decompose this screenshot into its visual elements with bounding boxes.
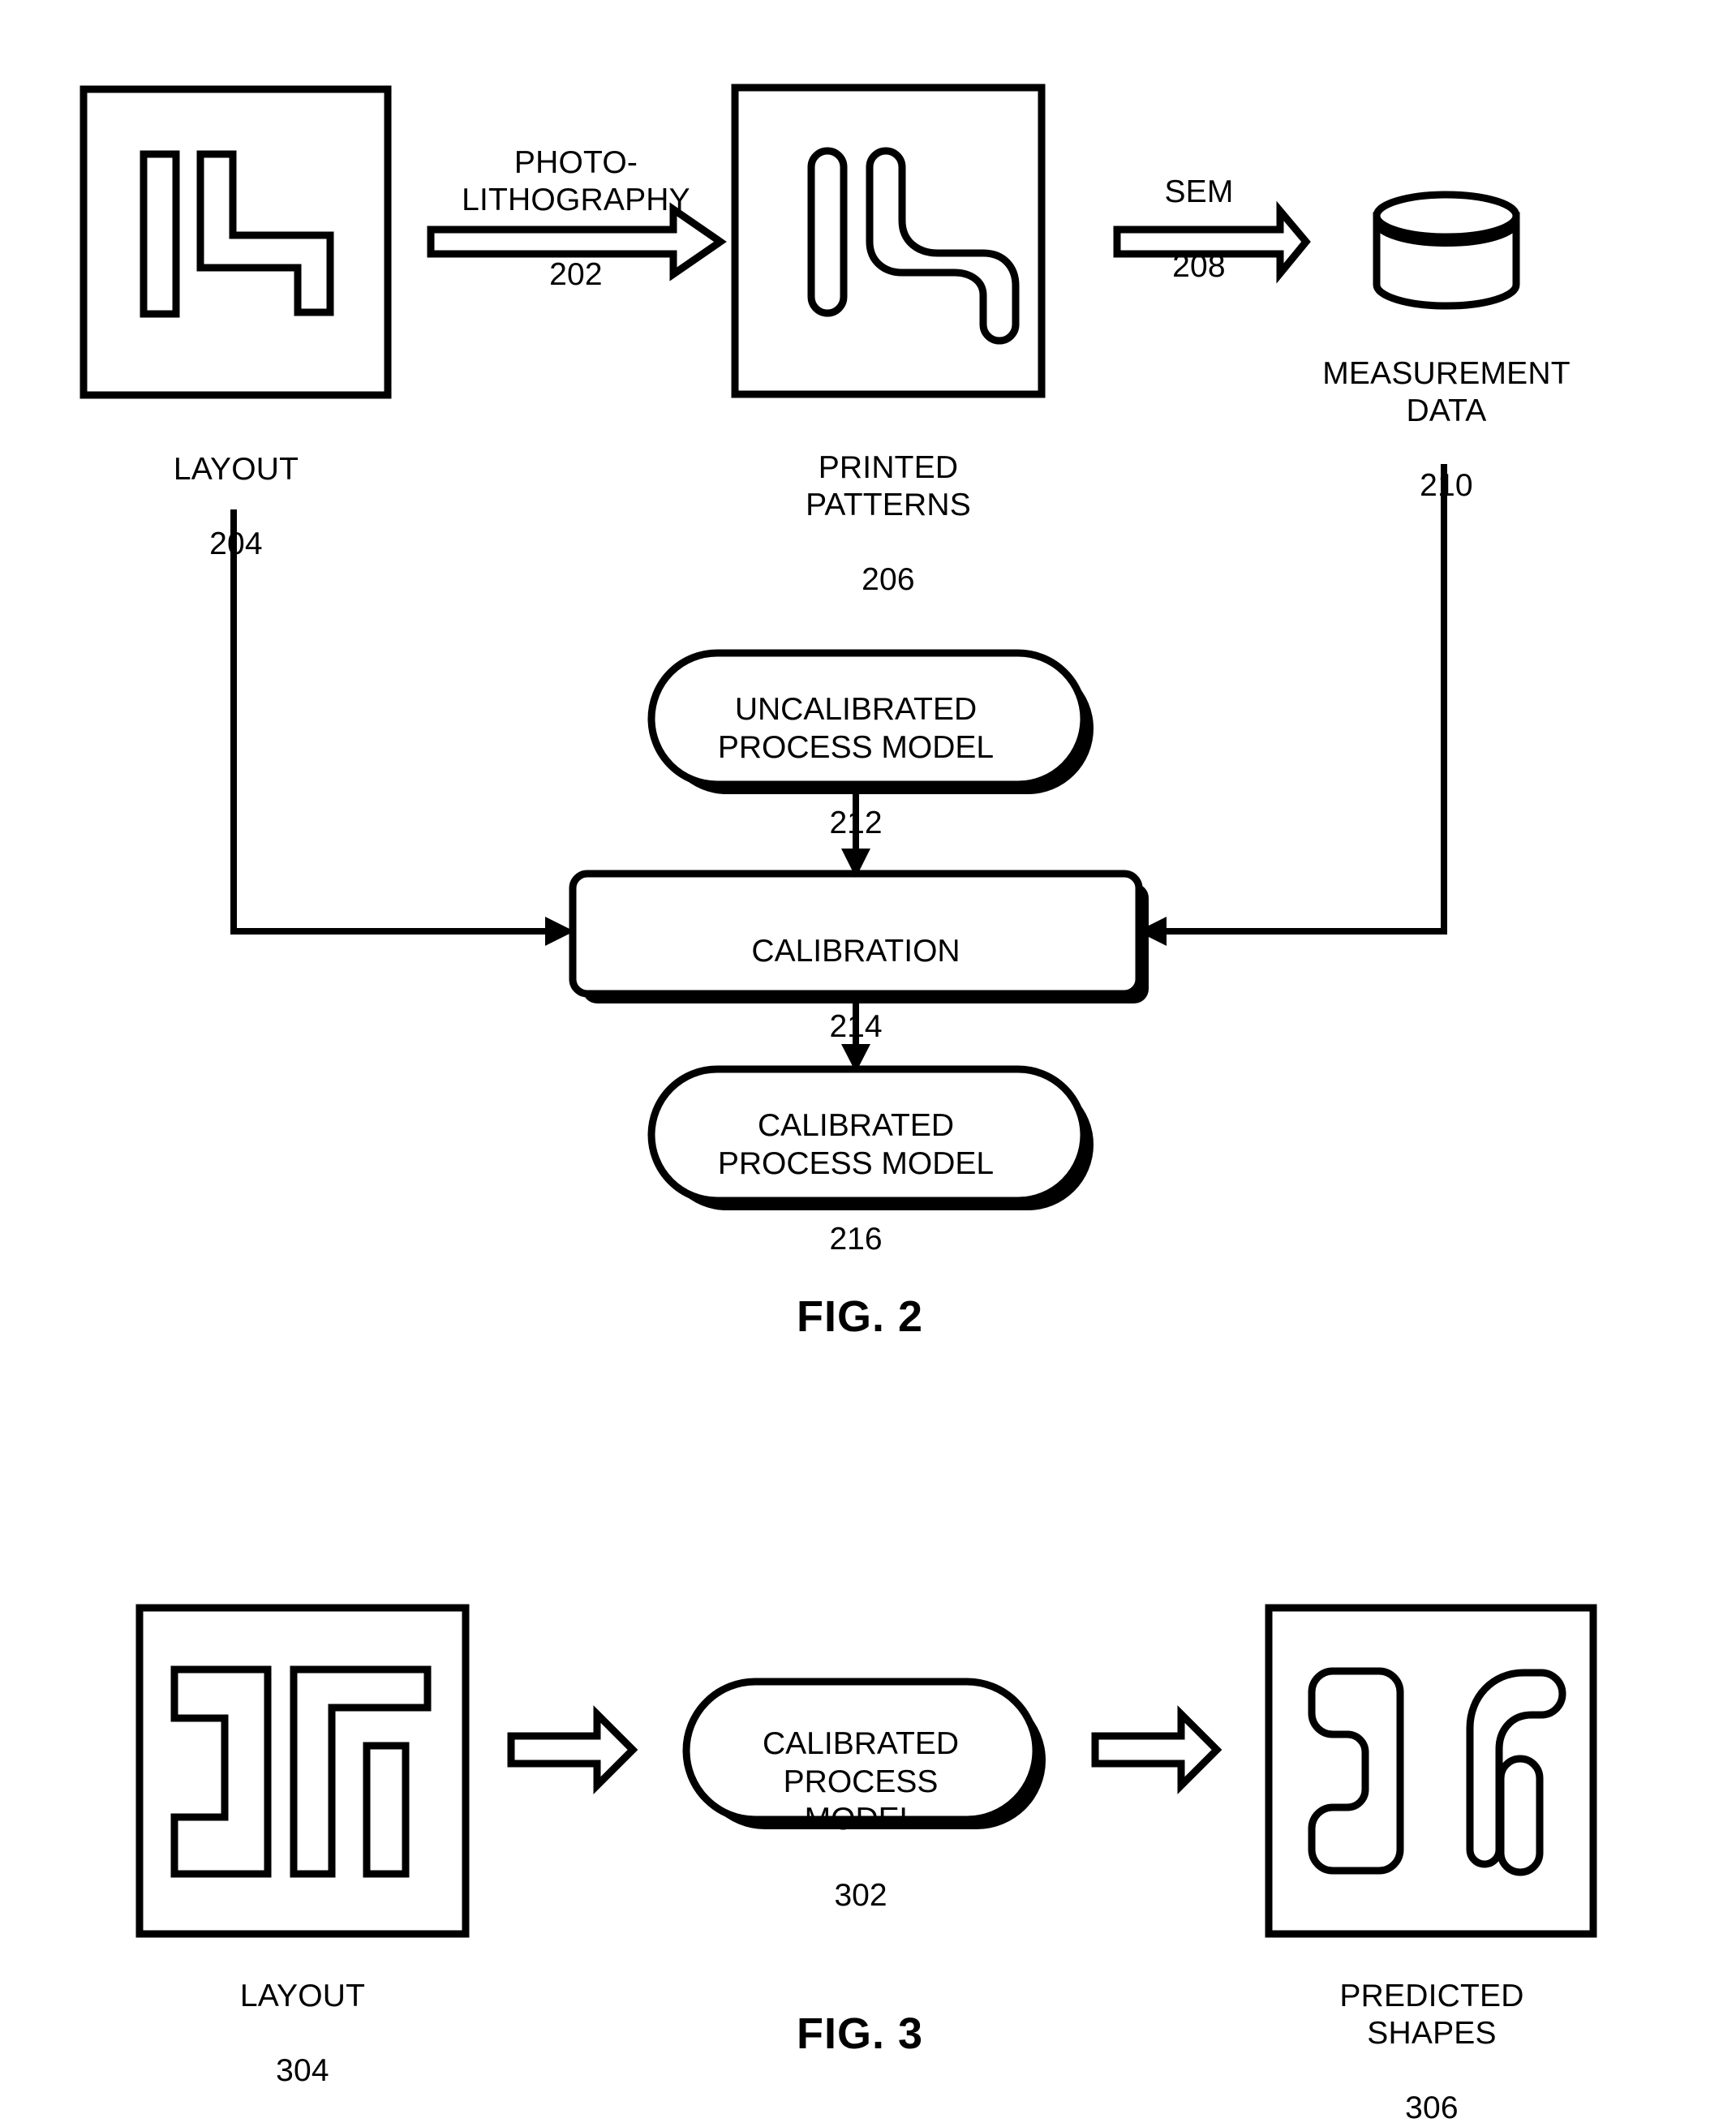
fig2-printed-patterns-box bbox=[731, 84, 1046, 398]
fig3-arrow-layout-to-model bbox=[507, 1705, 638, 1794]
fig2-photolithography-label: PHOTO- LITHOGRAPHY 202 bbox=[422, 107, 730, 294]
fig2-printed-patterns-ref: 206 bbox=[862, 562, 915, 598]
fig2-connector-measurement-to-calibration bbox=[1137, 464, 1447, 946]
fig2-calibration-ref: 214 bbox=[829, 1009, 883, 1045]
fig2-printed-patterns-label: PRINTED PATTERNS 206 bbox=[734, 412, 1042, 599]
fig2-printed-patterns-label-text: PRINTED PATTERNS bbox=[806, 450, 971, 523]
fig2-sem-ref: 208 bbox=[1172, 249, 1226, 285]
fig2-uncalibrated-model-text: UNCALIBRATED PROCESS MODEL 212 bbox=[681, 653, 1030, 843]
fig2-uncalibrated-model-ref: 212 bbox=[829, 806, 883, 841]
fig2-layout-label: LAYOUT 204 bbox=[81, 414, 391, 563]
fig2-layout-box bbox=[79, 85, 392, 399]
fig2-connector-layout-to-calibration bbox=[230, 509, 574, 946]
fig2-calibration-label: CALIBRATION bbox=[751, 933, 960, 969]
fig2-calibrated-model-text: CALIBRATED PROCESS MODEL 216 bbox=[681, 1069, 1030, 1259]
fig3-predicted-shapes-label-text: PREDICTED SHAPES bbox=[1339, 1979, 1524, 2052]
fig2-photolithography-ref: 202 bbox=[549, 257, 603, 293]
fig3-predicted-shapes-box bbox=[1265, 1604, 1597, 1938]
fig2-sem-label-text: SEM bbox=[1164, 174, 1234, 210]
fig2-measurement-data-ref: 210 bbox=[1420, 468, 1473, 504]
fig3-layout-label-text: LAYOUT bbox=[239, 1979, 366, 2014]
fig2-caption: FIG. 2 bbox=[796, 1292, 924, 1341]
fig3-calibrated-model-text: CALIBRATED PROCESS MODEL 302 bbox=[731, 1687, 990, 1915]
fig2-measurement-data-label-text: MEASUREMENT DATA bbox=[1322, 356, 1571, 429]
fig3-caption: FIG. 3 bbox=[796, 2009, 924, 2058]
fig2-sem-label: SEM 208 bbox=[1094, 136, 1304, 286]
fig3-arrow-model-to-shapes bbox=[1091, 1705, 1223, 1794]
fig3-layout-box bbox=[135, 1604, 470, 1938]
fig3-predicted-shapes-label: PREDICTED SHAPES 306 bbox=[1277, 1940, 1587, 2127]
fig2-layout-ref: 204 bbox=[209, 526, 263, 562]
fig2-uncalibrated-model-label: UNCALIBRATED PROCESS MODEL bbox=[717, 691, 995, 765]
fig2-photolithography-label-text: PHOTO- LITHOGRAPHY bbox=[462, 145, 690, 218]
fig2-calibrated-model-ref: 216 bbox=[829, 1222, 883, 1257]
fig2-calibrated-model-label: CALIBRATED PROCESS MODEL bbox=[717, 1107, 995, 1181]
fig3-calibrated-model-label: CALIBRATED PROCESS MODEL bbox=[763, 1725, 959, 1837]
fig2-measurement-data-cylinder bbox=[1373, 191, 1520, 310]
fig3-layout-label: LAYOUT 304 bbox=[148, 1940, 458, 2090]
fig2-calibration-text: CALIBRATION 214 bbox=[600, 895, 1111, 1046]
fig3-predicted-shapes-ref: 306 bbox=[1405, 2090, 1459, 2126]
fig3-layout-ref: 304 bbox=[276, 2053, 329, 2089]
fig2-measurement-data-label: MEASUREMENT DATA 210 bbox=[1292, 318, 1601, 505]
fig2-layout-label-text: LAYOUT bbox=[173, 452, 299, 488]
fig3-calibrated-model-ref: 302 bbox=[834, 1877, 887, 1913]
